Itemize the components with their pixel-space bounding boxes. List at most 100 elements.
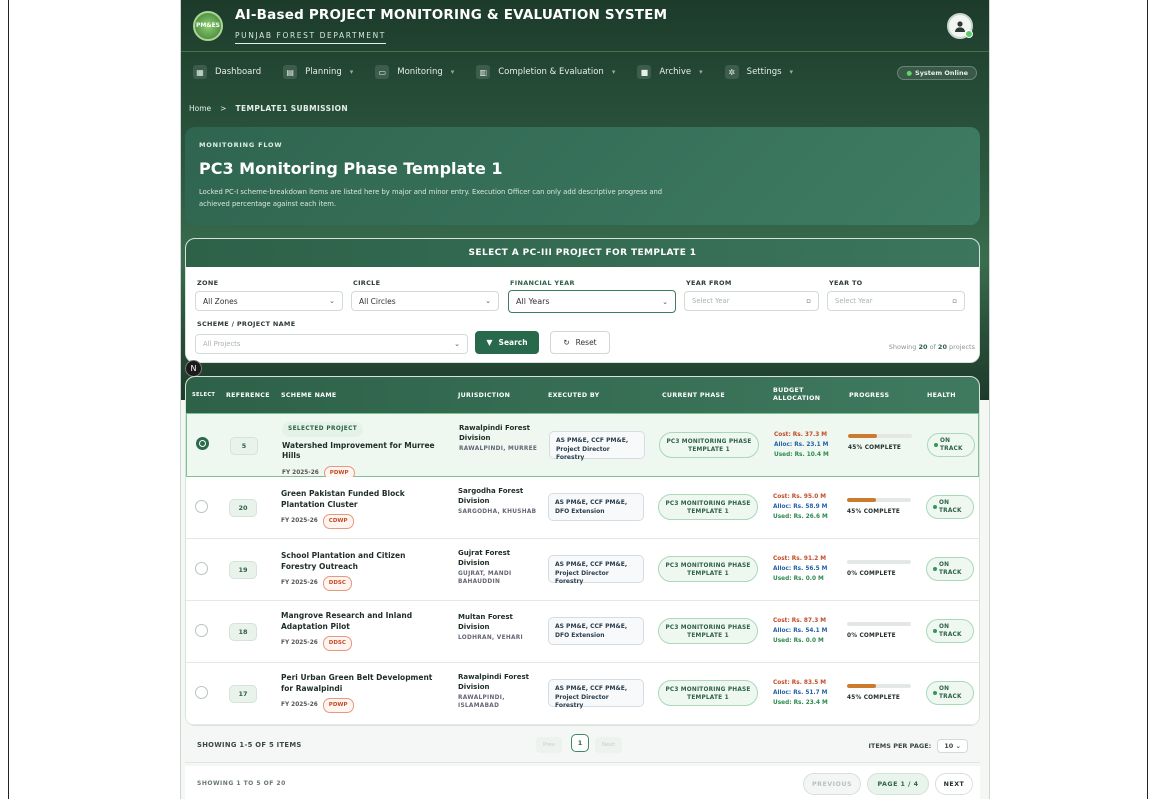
items-per-page-select[interactable]: 10 ⌄ — [937, 739, 968, 753]
reset-button[interactable]: ↻ Reset — [550, 331, 610, 354]
progress-bar — [847, 622, 911, 626]
row-jurisdiction-sub: RAWALPINDI, MURREE — [459, 446, 538, 452]
page-1-button[interactable]: 1 — [571, 734, 589, 752]
row-cost: Cost: Rs. 83.5 M — [773, 680, 827, 686]
row-jurisdiction: Rawalpindi Forest Division RAWALPINDI, MU… — [459, 424, 539, 453]
search-button[interactable]: ▼ Search — [475, 331, 539, 354]
row-scheme-name: Watershed Improvement for Murree Hills — [282, 440, 435, 461]
nav-settings[interactable]: ✲ Settings ▾ — [724, 65, 793, 79]
row-tag: CDWP — [322, 514, 354, 529]
year-to-label: YEAR TO — [829, 279, 863, 287]
chevron-down-icon: ▾ — [699, 68, 703, 76]
circle-select[interactable]: All Circles ⌄ — [351, 291, 499, 311]
row-jurisdiction-sub: LODHRAN, VEHARI — [458, 635, 524, 641]
showing-count: Showing 20 of 20 projects — [889, 343, 975, 351]
projects-pagination: SHOWING 1 TO 5 OF 20 PREVIOUS PAGE 1 / 4… — [185, 766, 980, 799]
app-subtitle: PUNJAB FOREST DEPARTMENT — [235, 31, 386, 44]
chart-icon: ▥ — [476, 65, 491, 79]
nav-label: Completion & Evaluation — [498, 67, 604, 77]
nav-label: Settings — [746, 67, 782, 77]
nav-label: Dashboard — [215, 67, 262, 77]
zone-value: All Zones — [203, 296, 238, 306]
prev-page-button[interactable]: Prev — [536, 737, 562, 753]
fy-label: FINANCIAL YEAR — [510, 279, 575, 287]
chevron-down-icon: ⌄ — [454, 340, 460, 348]
table-row[interactable]: 17 Peri Urban Green Belt Development for… — [186, 663, 979, 725]
row-tag: DDSC — [322, 576, 352, 591]
row-radio[interactable] — [195, 686, 208, 699]
progress-text: 0% COMPLETE — [847, 571, 896, 577]
row-reference: 19 — [229, 561, 257, 579]
user-avatar[interactable] — [947, 13, 973, 39]
year-from-placeholder: Select Year — [692, 297, 730, 305]
row-scheme: Green Pakistan Funded Block Plantation C… — [281, 489, 441, 529]
row-scheme-name: School Plantation and Citizen Forestry O… — [281, 551, 406, 571]
row-fy: FY 2025-26 DDSC — [281, 576, 441, 591]
app-window: PM&ES AI-Based PROJECT MONITORING & EVAL… — [180, 0, 990, 799]
row-progress: 45% COMPLETE — [847, 684, 917, 701]
nav-monitoring[interactable]: ▭ Monitoring ▾ — [375, 65, 454, 79]
grid-icon: ▦ — [193, 65, 207, 79]
row-alloc: Alloc: Rs. 51.7 M — [773, 690, 828, 696]
nav-archive[interactable]: ■ Archive ▾ — [637, 65, 703, 79]
row-cost: Cost: Rs. 95.0 M — [773, 494, 827, 500]
row-radio[interactable] — [195, 624, 208, 637]
nav-dashboard[interactable]: ▦ Dashboard — [193, 65, 261, 79]
row-used: Used: Rs. 0.0 M — [773, 576, 824, 582]
year-to-input[interactable]: Select Year ▫ — [827, 291, 965, 311]
nav-label: Archive — [659, 67, 692, 77]
next-page-button[interactable]: Next — [595, 737, 622, 753]
scheme-select[interactable]: All Projects ⌄ — [195, 334, 468, 354]
circle-value: All Circles — [359, 296, 396, 306]
table-row[interactable]: 19 School Plantation and Citizen Forestr… — [186, 539, 979, 601]
projects-table: SELECT REFERENCE SCHEME NAME JURISDICTIO… — [185, 376, 980, 726]
showing-prefix: Showing — [888, 343, 917, 351]
app-logo[interactable]: PM&ES — [193, 10, 223, 41]
showing-of: of — [929, 343, 936, 351]
row-jurisdiction-name: Gujrat Forest Division — [458, 549, 511, 567]
previous-button[interactable]: PREVIOUS — [803, 773, 861, 795]
row-jurisdiction: Multan Forest Division LODHRAN, VEHARI — [458, 613, 538, 642]
table-row[interactable]: 5 SELECTED PROJECT Watershed Improvement… — [186, 413, 979, 480]
items-count-text: SHOWING 1-5 OF 5 ITEMS — [197, 741, 302, 749]
table-row[interactable]: 20 Green Pakistan Funded Block Plantatio… — [186, 477, 979, 539]
row-tag: PDWP — [322, 698, 354, 713]
table-row[interactable]: 18 Mangrove Research and Inland Adaptati… — [186, 601, 979, 663]
row-jurisdiction-sub: SARGODHA, KHUSHAB — [458, 509, 537, 515]
row-used: Used: Rs. 0.0 M — [773, 638, 824, 644]
main-nav: ▦ Dashboard ▤ Planning ▾ ▭ Monitoring ▾ ▥ Comp… — [181, 60, 989, 84]
calendar-icon: ▫ — [952, 297, 957, 305]
row-radio[interactable] — [195, 562, 208, 575]
items-per-page-label: ITEMS PER PAGE: — [868, 742, 932, 750]
system-status-badge: ● System Online — [897, 66, 977, 80]
header-select: SELECT — [192, 392, 216, 398]
nav-completion-evaluation[interactable]: ▥ Completion & Evaluation ▾ — [476, 65, 615, 79]
chevron-down-icon: ⌄ — [662, 297, 668, 306]
row-health-badge: ON TRACK — [926, 557, 974, 581]
n-badge-icon[interactable]: N — [185, 360, 202, 377]
header-health: HEALTH — [927, 391, 956, 399]
row-radio[interactable] — [196, 437, 209, 450]
row-budget: Cost: Rs. 37.3 M Alloc: Rs. 23.1 M Used: R… — [774, 430, 844, 460]
reset-icon: ↻ — [563, 338, 570, 347]
progress-fill — [847, 684, 876, 688]
row-health-badge: ON TRACK — [926, 619, 974, 643]
row-radio[interactable] — [195, 500, 208, 513]
progress-text: 45% COMPLETE — [847, 509, 901, 515]
circle-label: CIRCLE — [353, 279, 381, 287]
next-button[interactable]: NEXT — [935, 773, 973, 795]
progress-text: 0% COMPLETE — [847, 633, 896, 639]
year-from-label: YEAR FROM — [686, 279, 732, 287]
row-alloc: Alloc: Rs. 56.5 M — [773, 566, 828, 572]
row-scheme: School Plantation and Citizen Forestry O… — [281, 551, 441, 591]
year-from-input[interactable]: Select Year ▫ — [684, 291, 819, 311]
breadcrumb-home[interactable]: Home — [189, 104, 211, 113]
nav-planning[interactable]: ▤ Planning ▾ — [283, 65, 353, 79]
row-progress: 45% COMPLETE — [847, 498, 917, 515]
fy-select[interactable]: All Years ⌄ — [508, 290, 676, 313]
row-phase-badge: PC3 MONITORING PHASE TEMPLATE 1 — [658, 494, 758, 520]
page-indicator: PAGE 1 / 4 — [867, 773, 929, 795]
chevron-down-icon: ⌄ — [329, 297, 335, 305]
zone-select[interactable]: All Zones ⌄ — [195, 291, 343, 311]
chevron-down-icon: ▾ — [450, 68, 455, 76]
